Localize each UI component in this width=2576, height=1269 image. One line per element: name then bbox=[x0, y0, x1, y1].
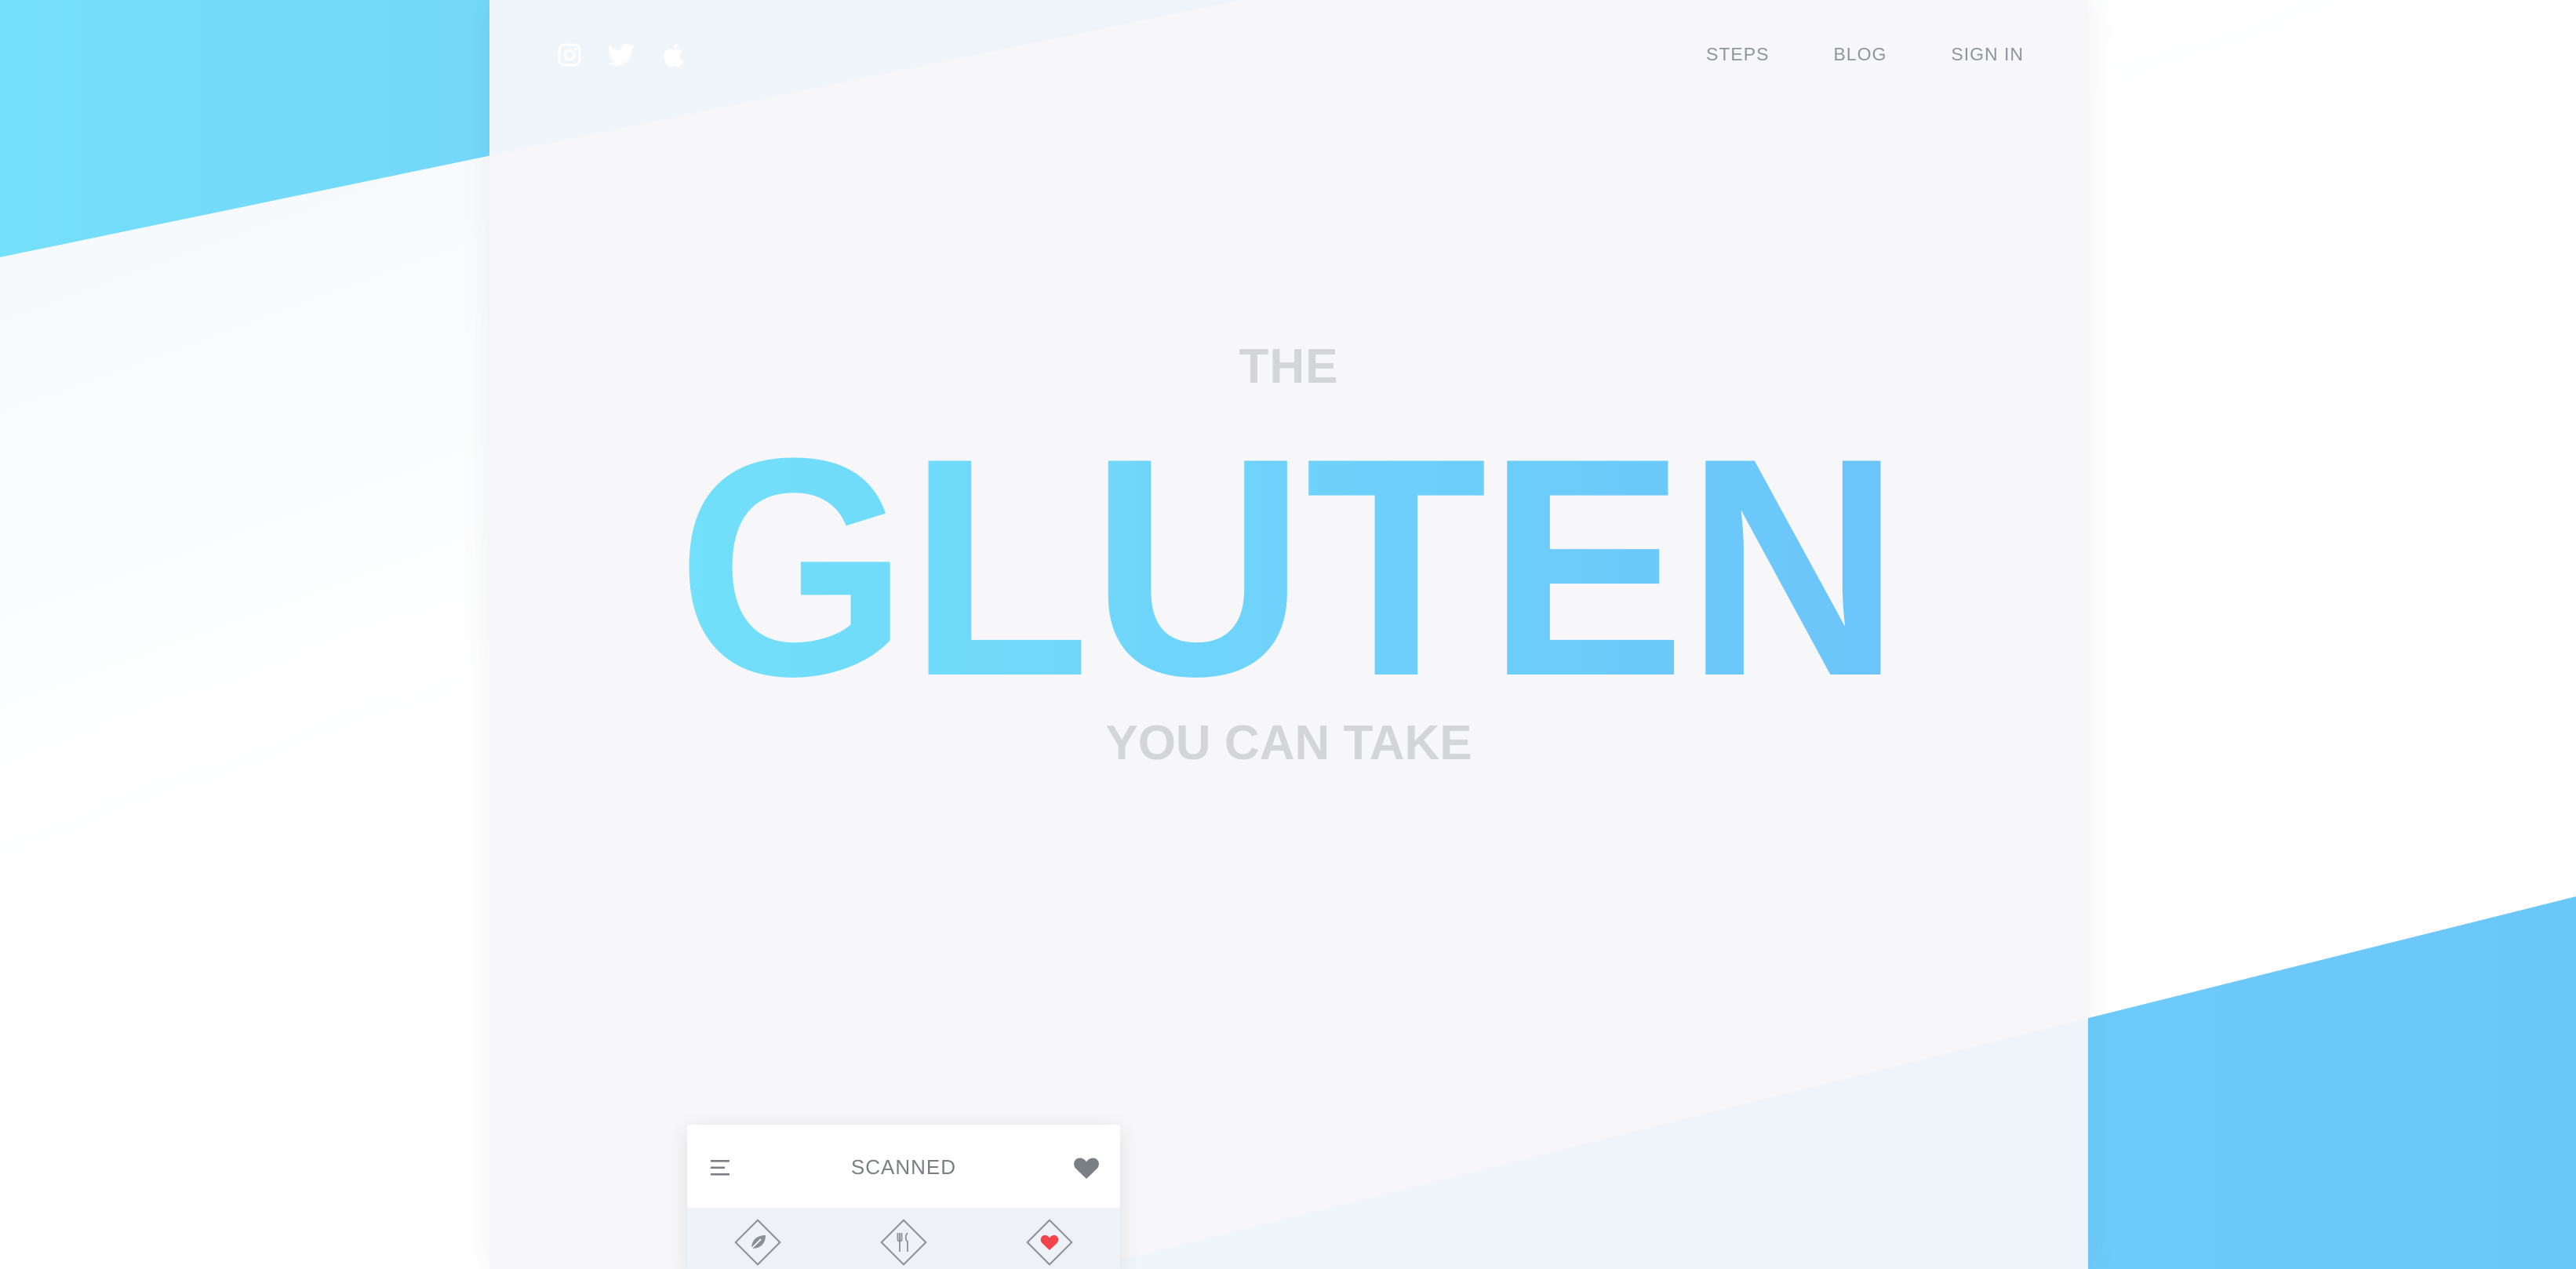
nav-blog[interactable]: BLOG bbox=[1833, 44, 1887, 65]
leaf-icon[interactable] bbox=[733, 1217, 783, 1267]
fork-knife-icon[interactable] bbox=[879, 1217, 929, 1267]
social-links bbox=[555, 41, 687, 69]
app-tab-bar bbox=[687, 1208, 1120, 1269]
landing-page: STEPS BLOG SIGN IN THE GLUTEN YOU CAN TA… bbox=[0, 0, 2576, 1269]
twitter-icon[interactable] bbox=[607, 41, 635, 69]
hero-title-graphic: GLUTEN bbox=[677, 394, 1901, 706]
hero-title: GLUTEN bbox=[677, 394, 1901, 706]
apple-icon[interactable] bbox=[659, 41, 687, 69]
nav-steps[interactable]: STEPS bbox=[1706, 44, 1769, 65]
hero-card: STEPS BLOG SIGN IN THE GLUTEN YOU CAN TA… bbox=[489, 0, 2088, 1269]
top-nav: STEPS BLOG SIGN IN bbox=[1706, 44, 2024, 65]
heart-icon[interactable] bbox=[1024, 1217, 1075, 1267]
heart-icon[interactable] bbox=[1073, 1156, 1100, 1180]
hero-pre-title: THE bbox=[1239, 340, 1339, 394]
app-preview: SCANNED bbox=[687, 1125, 1120, 1269]
app-title: SCANNED bbox=[850, 1154, 957, 1179]
app-header: SCANNED bbox=[687, 1125, 1120, 1209]
menu-icon[interactable] bbox=[709, 1158, 733, 1178]
nav-sign-in[interactable]: SIGN IN bbox=[1951, 44, 2024, 65]
instagram-icon[interactable] bbox=[555, 41, 584, 69]
hero-subtitle: YOU CAN TAKE bbox=[1105, 716, 1472, 770]
